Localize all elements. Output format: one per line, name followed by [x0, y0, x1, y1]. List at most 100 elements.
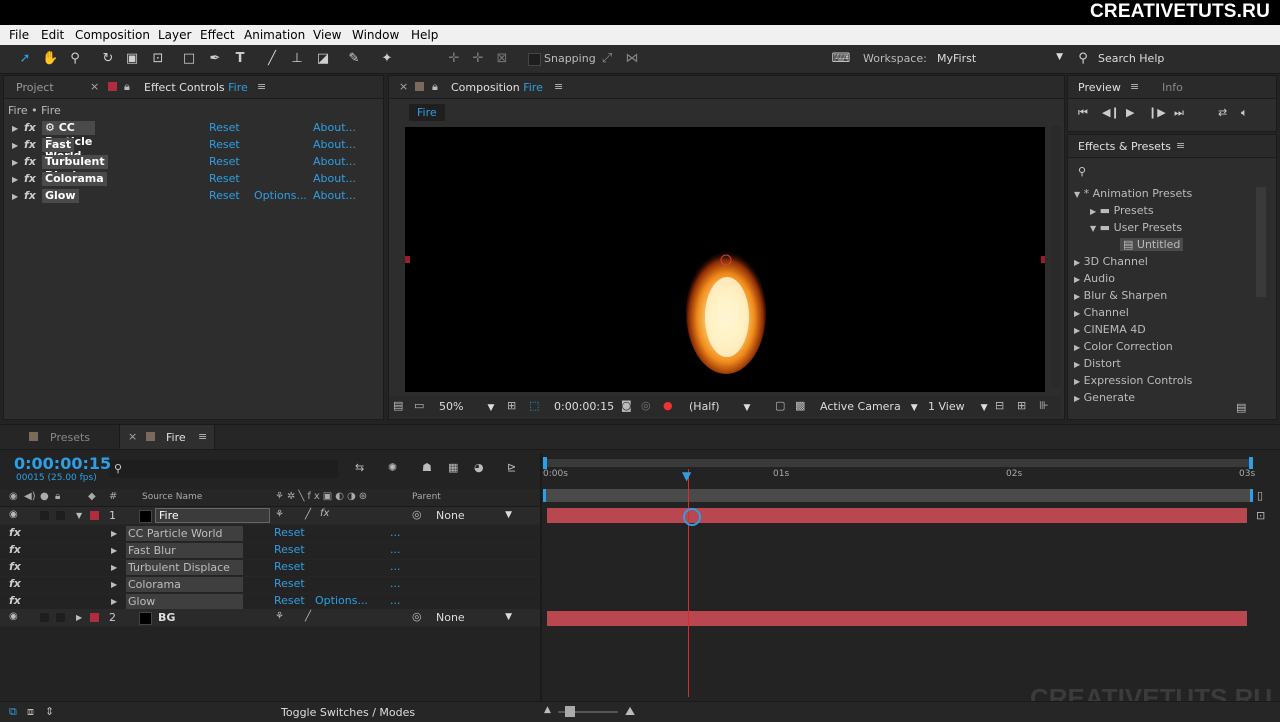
video-toggle-icon[interactable]: ◉	[9, 491, 18, 502]
audio-toggle-icon[interactable]: ◀)	[24, 491, 36, 502]
time-ruler[interactable]: 0:00s 01s 02s 03s	[543, 469, 1255, 487]
tree-item[interactable]: ▶ Color Correction	[1074, 340, 1173, 353]
snap-grid-icon[interactable]: ⋈	[624, 51, 640, 67]
zoom-tool-icon[interactable]: ⚲	[67, 51, 83, 67]
solo-icon[interactable]: ●	[40, 491, 49, 502]
effect-layer-row[interactable]: fx ▶ Fast Blur Reset ...	[0, 542, 540, 560]
menu-effect[interactable]: Effect	[200, 28, 235, 42]
zoom-out-icon[interactable]: ▲	[544, 705, 551, 715]
snapping-checkbox[interactable]	[528, 53, 541, 66]
fx-icon[interactable]: fx	[9, 543, 21, 556]
comp-button-icon[interactable]: ⊡	[1256, 509, 1265, 522]
solo-box[interactable]	[40, 511, 49, 520]
comp-mini-flowchart-icon[interactable]: ⇆	[355, 461, 364, 474]
reset-link[interactable]: Reset	[274, 543, 305, 556]
reset-link[interactable]: Reset	[209, 138, 240, 151]
motion-blur-icon[interactable]: ◕	[474, 461, 484, 474]
lock-box[interactable]	[56, 613, 65, 622]
tree-item[interactable]: ▶ Audio	[1074, 272, 1115, 285]
tab-preview[interactable]: Preview	[1078, 81, 1121, 94]
collapse-arrow-icon[interactable]: ▼	[76, 511, 82, 520]
local-axis-icon[interactable]: ✛	[446, 51, 462, 67]
work-area-end[interactable]	[1250, 489, 1253, 502]
timeline-scroll-icon[interactable]: ▯	[1257, 489, 1263, 502]
camera-tool-icon[interactable]: ▣	[124, 51, 140, 67]
expand-layer-switches-icon[interactable]: ⧉	[9, 705, 17, 719]
reset-link[interactable]: Reset	[209, 189, 240, 202]
expand-arrow-icon[interactable]: ▶	[111, 529, 117, 538]
world-axis-icon[interactable]: ✛	[470, 51, 486, 67]
rectangle-tool-icon[interactable]: □	[181, 51, 197, 67]
expand-arrow-icon[interactable]: ▼	[1074, 190, 1080, 199]
expand-in-out-icon[interactable]: ⇕	[45, 705, 54, 718]
tab-effect-controls[interactable]: Effect Controls Fire	[144, 81, 248, 94]
tree-item[interactable]: ▶ Generate	[1074, 391, 1135, 403]
tree-scrollbar[interactable]	[1256, 187, 1266, 297]
expand-arrow-icon[interactable]: ▶	[1074, 258, 1080, 267]
search-icon[interactable]: ⚲	[1078, 165, 1086, 178]
fx-icon[interactable]: fx	[9, 526, 21, 539]
resolution-select[interactable]: (Half) ▼	[689, 400, 750, 413]
pen-tool-icon[interactable]: ✒	[207, 51, 223, 67]
menu-layer[interactable]: Layer	[158, 28, 191, 42]
expand-arrow-icon[interactable]: ▶	[1074, 377, 1080, 386]
channel-icon[interactable]: ●	[663, 399, 673, 412]
fx-switch-icon[interactable]: fx	[320, 508, 329, 519]
zoom-select[interactable]: 50% ▼	[439, 400, 494, 413]
layer-name-field[interactable]: Fire	[155, 508, 270, 523]
pick-whip-icon[interactable]: ◎	[412, 610, 422, 623]
toggle-pixel-aspect-icon[interactable]: ⊟	[995, 399, 1004, 412]
tree-item[interactable]: ▶ CINEMA 4D	[1074, 323, 1146, 336]
tab-fire[interactable]: Fire	[166, 431, 186, 444]
expand-arrow-icon[interactable]: ▶	[111, 580, 117, 589]
label-icon[interactable]: ◆	[88, 491, 96, 502]
expand-arrow-icon[interactable]: ▶	[12, 192, 18, 201]
layer-handle-right[interactable]	[1041, 256, 1048, 263]
layer-handle-left[interactable]	[403, 256, 410, 263]
selection-tool-icon[interactable]: ➚	[17, 51, 33, 67]
solo-box[interactable]	[40, 613, 49, 622]
tree-item[interactable]: ▼ ▬ User Presets	[1090, 221, 1182, 234]
navigator-start-handle[interactable]	[543, 457, 547, 469]
close-icon[interactable]: ×	[128, 430, 137, 443]
tab-presets[interactable]: Presets	[50, 431, 90, 444]
time-navigator[interactable]	[543, 457, 1253, 469]
expand-arrow-icon[interactable]: ▶	[1090, 207, 1096, 216]
reset-link[interactable]: Reset	[209, 172, 240, 185]
panel-menu-icon[interactable]: ≡	[554, 80, 563, 93]
graph-editor-icon[interactable]: ⊵	[507, 461, 516, 474]
tree-item[interactable]: ▶ Expression Controls	[1074, 374, 1192, 387]
effect-layer-row[interactable]: fx ▶ Turbulent Displace Reset ...	[0, 559, 540, 577]
more-link[interactable]: ...	[390, 526, 401, 539]
reset-link[interactable]: Reset	[274, 560, 305, 573]
tab-project[interactable]: Project	[16, 81, 54, 94]
hand-tool-icon[interactable]: ✋	[42, 51, 58, 67]
work-area-bar[interactable]	[543, 489, 1253, 502]
lock-box[interactable]	[56, 511, 65, 520]
panel-menu-icon[interactable]: ≡	[1176, 139, 1185, 152]
tree-item-selected[interactable]: ▤ Untitled	[1120, 238, 1184, 251]
fx-icon[interactable]: fx	[24, 155, 36, 168]
eye-icon[interactable]: ◉	[9, 611, 18, 622]
label-color-swatch[interactable]	[90, 613, 99, 622]
layer-bar-bg[interactable]	[547, 611, 1247, 626]
expand-arrow-icon[interactable]: ▶	[111, 563, 117, 572]
search-help-input[interactable]: Search Help	[1098, 52, 1164, 65]
expand-arrow-icon[interactable]: ▶	[1074, 343, 1080, 352]
expand-arrow-icon[interactable]: ▶	[1074, 309, 1080, 318]
shy-layers-icon[interactable]: ☗	[422, 461, 432, 474]
monitor-icon[interactable]: ▭	[414, 399, 424, 412]
expand-arrow-icon[interactable]: ▶	[1074, 326, 1080, 335]
view-axis-icon[interactable]: ⊠	[494, 51, 510, 67]
layer-row[interactable]: ◉ ▶ 2 BG ⚘ ╱ ◎ None ▼	[0, 609, 540, 627]
menu-file[interactable]: File	[9, 28, 29, 42]
draft-3d-icon[interactable]: ✺	[388, 461, 397, 474]
menu-animation[interactable]: Animation	[244, 28, 305, 42]
parent-select[interactable]: None ▼	[436, 509, 516, 522]
expand-arrow-icon[interactable]: ▶	[1074, 394, 1080, 403]
zoom-in-icon[interactable]: ⛰	[625, 704, 635, 719]
fx-icon[interactable]: fx	[24, 172, 36, 185]
fx-icon[interactable]: fx	[9, 560, 21, 573]
comp-subtab-fire[interactable]: Fire	[409, 104, 445, 121]
pick-whip-icon[interactable]: ◎	[412, 508, 422, 521]
